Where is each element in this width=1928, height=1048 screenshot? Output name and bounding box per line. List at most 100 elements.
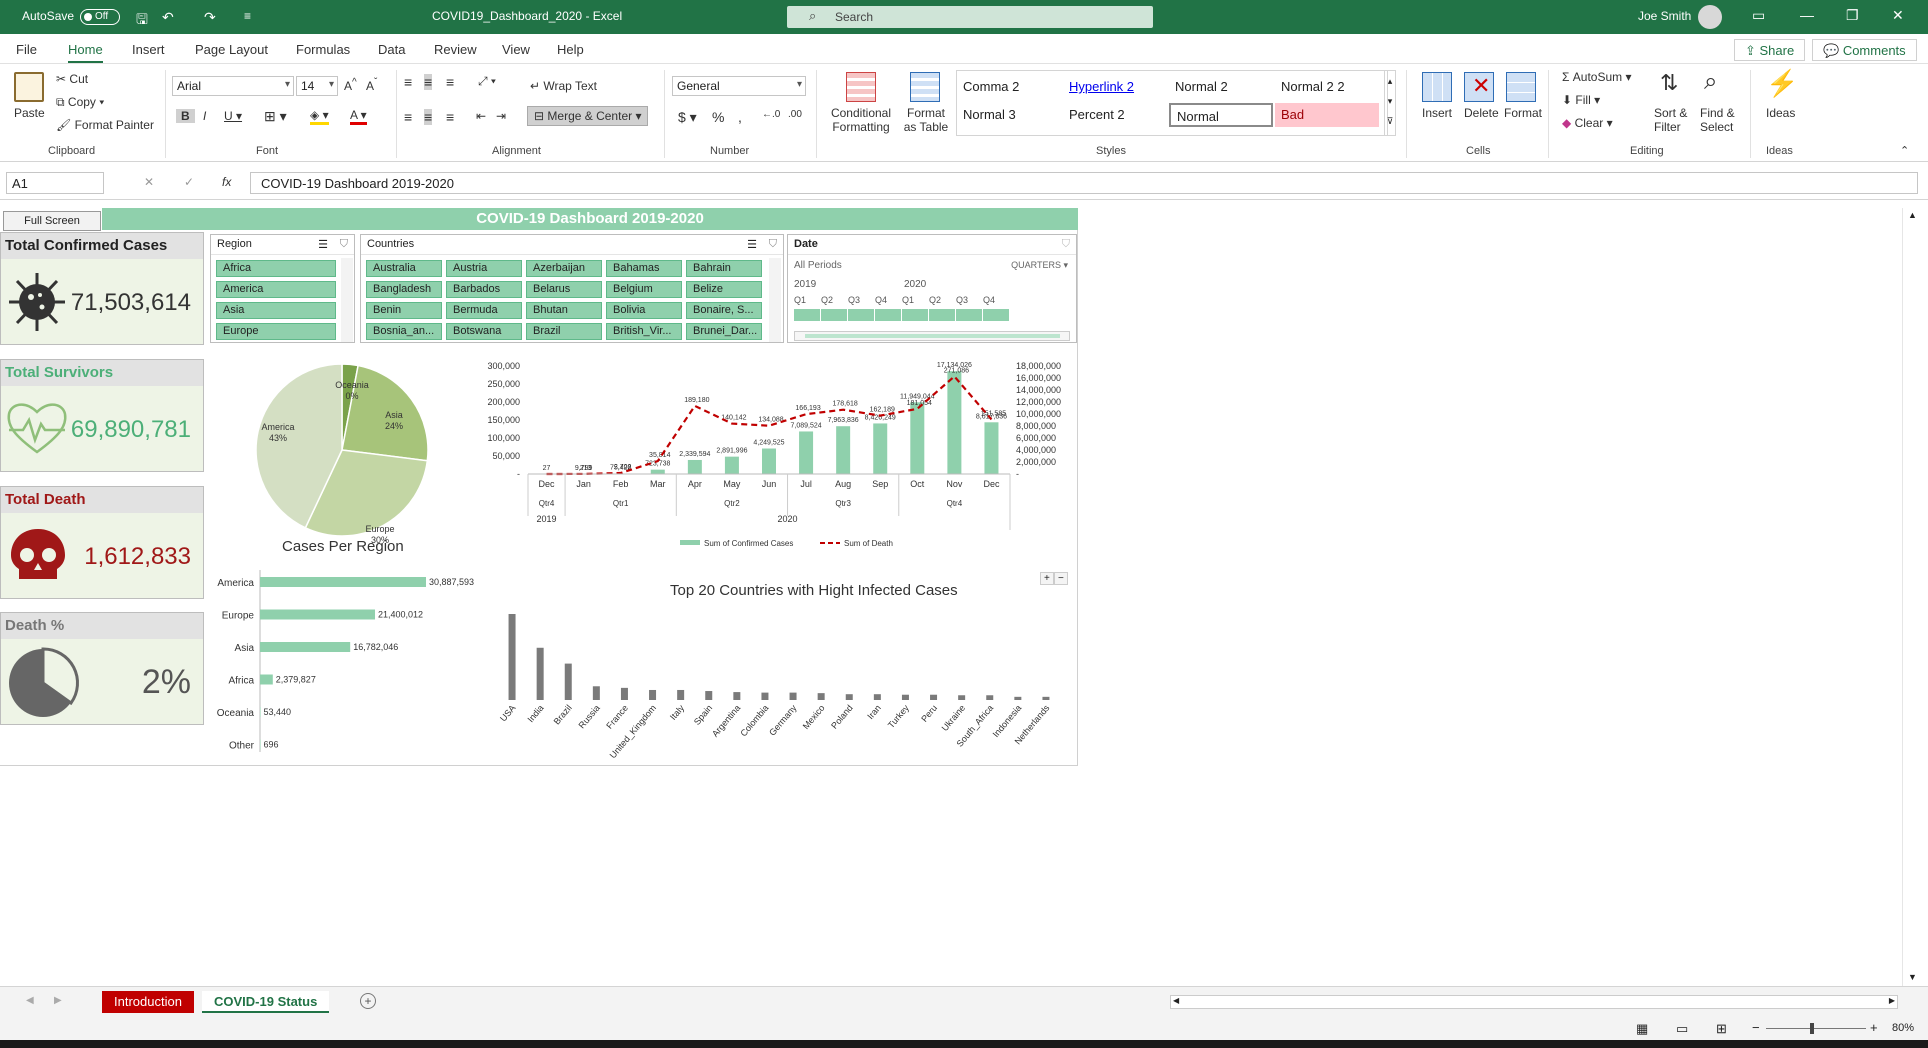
find-select-button[interactable]: Find & Select [1700,106,1744,134]
country-item[interactable]: British_Vir... [606,323,682,340]
conditional-formatting-icon[interactable] [846,72,876,102]
time-level-select[interactable]: QUARTERS ▾ [1011,260,1068,271]
country-item[interactable]: Bahamas [606,260,682,277]
tab-formulas[interactable]: Formulas [296,42,350,57]
countries-slicer-scrollbar[interactable] [769,258,781,342]
sort-filter-icon[interactable]: ⇅ [1660,70,1678,96]
style-percent-2[interactable]: Percent 2 [1063,103,1167,127]
quarter-tile[interactable] [983,309,1009,321]
zoom-out-icon[interactable]: − [1752,1020,1760,1035]
comments-button[interactable]: 💬 Comments [1812,39,1917,61]
autosave-toggle[interactable]: Off [80,9,120,25]
quarter-tile[interactable] [956,309,982,321]
country-item[interactable]: Brunei_Dar... [686,323,762,340]
orientation-icon[interactable]: ⤢ ▾ [478,74,496,89]
region-slicer-scrollbar[interactable] [341,258,353,342]
country-item[interactable]: Bonaire, S... [686,302,762,319]
insert-cells-icon[interactable] [1422,72,1452,102]
number-format-select[interactable]: General [672,76,806,96]
country-item[interactable]: Belize [686,281,762,298]
country-item[interactable]: Bhutan [526,302,602,319]
country-item[interactable]: Bahrain [686,260,762,277]
ribbon-display-icon[interactable]: ▭ [1752,7,1765,24]
page-break-view-icon[interactable]: ⊞ [1716,1021,1727,1037]
scroll-right-icon[interactable]: ▶ [1889,996,1895,1005]
restore-icon[interactable]: ❐ [1846,7,1859,24]
customize-toolbar-icon[interactable]: ≡ [244,9,251,23]
zoom-level[interactable]: 80% [1892,1022,1914,1034]
full-screen-button[interactable]: Full Screen [3,211,101,231]
tab-file[interactable]: File [16,42,37,57]
copy-button[interactable]: ⧉ Copy ▾ [56,95,104,110]
vertical-scrollbar[interactable]: ▲ ▼ [1902,208,1922,986]
fill-button[interactable]: ⬇ Fill ▾ [1562,93,1600,107]
country-item[interactable]: Bangladesh [366,281,442,298]
sort-filter-button[interactable]: Sort & Filter [1654,106,1694,134]
borders-icon[interactable]: ⊞ ▾ [264,108,287,125]
undo-icon[interactable]: ↶ [162,9,174,26]
horizontal-scrollbar[interactable]: ◀ ▶ [1170,995,1898,1009]
search-input[interactable]: ⌕ Search [787,6,1153,28]
delete-cells-icon[interactable]: ✕ [1464,72,1494,102]
region-item[interactable]: Africa [216,260,336,277]
style-bad[interactable]: Bad [1275,103,1379,127]
font-color-icon[interactable]: A ▾ [350,108,367,125]
ideas-button[interactable]: Ideas [1766,106,1795,120]
align-right-icon[interactable]: ≡ [446,109,454,125]
format-cells-icon[interactable] [1506,72,1536,102]
quarter-tile[interactable] [929,309,955,321]
timeline-scrollbar[interactable] [794,331,1070,341]
zoom-slider[interactable] [1766,1023,1866,1034]
align-left-icon[interactable]: ≡ [404,109,412,125]
redo-icon[interactable]: ↷ [204,9,216,26]
find-icon[interactable]: ⌕ [1704,68,1717,96]
format-table-icon[interactable] [910,72,940,102]
increase-font-icon[interactable]: A^ [344,77,357,93]
percent-icon[interactable]: % [712,109,724,125]
conditional-formatting-button[interactable]: Conditional Formatting [824,106,898,134]
expand-field-button[interactable]: + [1040,572,1054,585]
collapse-ribbon-icon[interactable]: ⌃ [1900,144,1909,157]
scroll-up-icon[interactable]: ▲ [1908,210,1917,220]
increase-decimal-icon[interactable]: ←.0 [762,109,780,120]
country-item[interactable]: Belarus [526,281,602,298]
enter-icon[interactable]: ✓ [184,175,194,189]
country-item[interactable]: Australia [366,260,442,277]
share-button[interactable]: ⇪ Share [1734,39,1806,61]
filter-clear-icon[interactable]: ⛉ [769,238,777,251]
scroll-down-icon[interactable]: ▼ [1908,972,1917,982]
name-box[interactable]: A1 [6,172,104,194]
filter-clear-icon[interactable]: ⛉ [1062,238,1070,251]
style-normal-2[interactable]: Normal 2 [1169,75,1273,99]
add-sheet-icon[interactable]: + [360,993,376,1009]
quarter-tile[interactable] [821,309,847,321]
italic-button[interactable]: I [203,109,206,123]
insert-function-icon[interactable]: fx [222,175,231,189]
merge-center-button[interactable]: ⊟ Merge & Center ▾ [527,106,649,126]
country-item[interactable]: Belgium [606,281,682,298]
align-top-icon[interactable]: ≡ [404,74,412,90]
tab-review[interactable]: Review [434,42,477,57]
tab-data[interactable]: Data [378,42,405,57]
format-button[interactable]: Format [1504,106,1542,120]
bold-button[interactable]: B [176,109,195,123]
country-item[interactable]: Barbados [446,281,522,298]
region-item[interactable]: Europe [216,323,336,340]
quarter-tile[interactable] [848,309,874,321]
user-name[interactable]: Joe Smith [1638,9,1691,23]
format-painter-button[interactable]: 🖌 Format Painter [56,118,154,132]
avatar[interactable] [1698,5,1722,29]
clear-button[interactable]: ◆ Clear ▾ [1562,116,1613,130]
region-item[interactable]: America [216,281,336,298]
country-item[interactable]: Botswana [446,323,522,340]
delete-button[interactable]: Delete [1464,106,1499,120]
close-icon[interactable]: ✕ [1892,7,1904,24]
align-bottom-icon[interactable]: ≡ [446,74,454,90]
style-hyperlink-2[interactable]: Hyperlink 2 [1063,75,1167,99]
country-item[interactable]: Bosnia_an... [366,323,442,340]
decrease-decimal-icon[interactable]: .00 [788,109,802,120]
zoom-in-icon[interactable]: + [1870,1020,1878,1035]
style-normal[interactable]: Normal [1169,103,1273,127]
tab-home[interactable]: Home [68,42,103,63]
style-normal-2-2[interactable]: Normal 2 2 [1275,75,1379,99]
